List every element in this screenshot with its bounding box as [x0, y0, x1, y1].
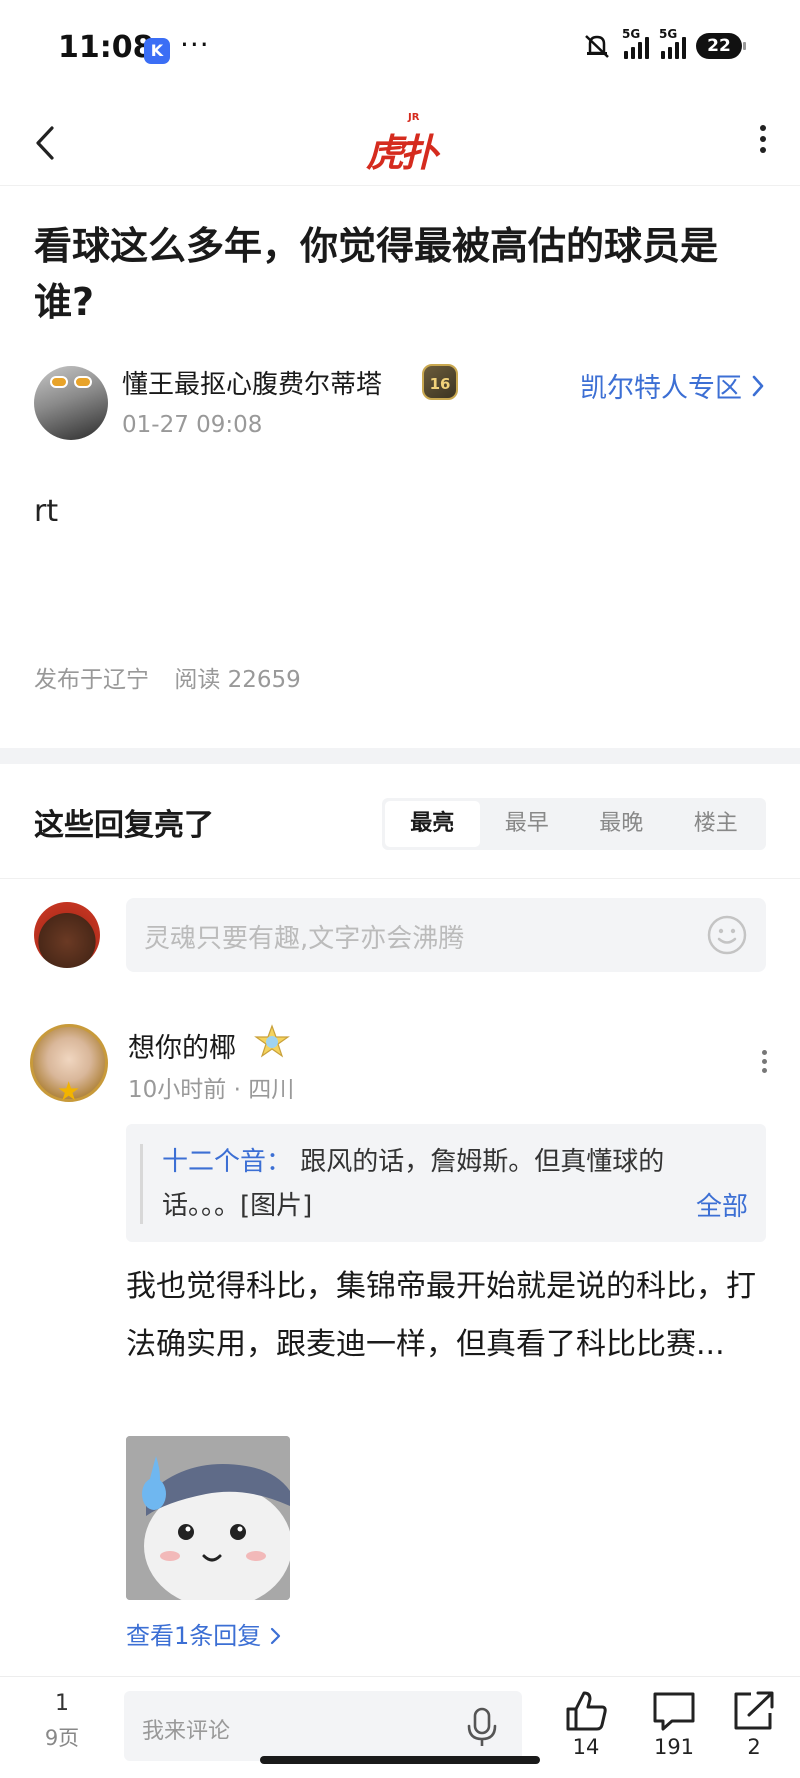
comment-icon — [653, 1692, 695, 1731]
sort-tab-latest[interactable]: 最晚 — [574, 801, 669, 847]
share-button[interactable]: 2 — [724, 1689, 784, 1759]
sort-tabs: 最亮 最早 最晚 楼主 — [382, 798, 766, 850]
share-icon — [734, 1691, 774, 1730]
comment-button[interactable]: 191 — [644, 1689, 704, 1759]
battery-icon: 22 — [696, 33, 746, 59]
sort-tab-earliest[interactable]: 最早 — [480, 801, 575, 847]
reply-user-name[interactable]: 想你的椰 — [128, 1026, 236, 1065]
bottom-comment-placeholder: 我来评论 — [142, 1719, 231, 1744]
post-reads: 阅读 22659 — [174, 667, 301, 693]
mute-icon — [585, 35, 609, 58]
author-level-badge: 16 — [422, 364, 458, 400]
view-replies-label: 查看1条回复 — [126, 1622, 262, 1650]
app-logo: 虎扑 JR — [366, 112, 438, 175]
my-avatar — [34, 902, 100, 968]
app-header: 虎扑 JR — [0, 100, 800, 186]
like-button[interactable]: 14 — [556, 1689, 616, 1759]
page-total: 9页 — [44, 1726, 80, 1750]
back-button[interactable] — [26, 118, 66, 168]
reply-text: 我也觉得科比，集锦帝最开始就是说的科比，打法确实用，跟麦迪一样，但真看了科比比赛… — [126, 1269, 756, 1362]
chevron-right-icon — [270, 1627, 281, 1645]
zone-link[interactable]: 凯尔特人专区 — [580, 366, 766, 405]
replies-section-title: 这些回复亮了 — [34, 808, 214, 843]
author-name[interactable]: 懂王最抠心腹费尔蒂塔 — [122, 364, 382, 401]
more-menu-button[interactable] — [748, 120, 778, 166]
bottom-comment-input[interactable]: 我来评论 — [124, 1691, 522, 1761]
zone-link-label: 凯尔特人专区 — [580, 373, 742, 404]
post-body: rt — [34, 494, 59, 529]
status-icons: 5G 5G 22 — [582, 27, 746, 59]
post-location: 发布于辽宁 — [34, 667, 149, 693]
quote-user[interactable]: 十二个音： — [162, 1147, 292, 1177]
view-replies-link[interactable]: 查看1条回复 — [126, 1616, 283, 1651]
comment-placeholder: 灵魂只要有趣,文字亦会沸腾 — [144, 924, 465, 954]
signal-icon-2: 5G — [659, 27, 686, 59]
reply-time-location: 10小时前 · 四川 — [128, 1077, 295, 1103]
author-avatar[interactable] — [34, 366, 108, 440]
status-time: 11:08 — [58, 30, 154, 65]
post-time: 01-27 09:08 — [122, 412, 263, 438]
share-count: 2 — [747, 1735, 761, 1759]
app-notification-icon: K — [144, 38, 170, 64]
status-bar: 11:08 K ··· 5G 5G 22 — [0, 0, 800, 100]
avatar-decoration — [50, 376, 68, 388]
quoted-reply[interactable]: 十二个音： 跟风的话，詹姆斯。但真懂球的话。。。[图片] 全部 — [126, 1124, 766, 1242]
sort-tab-op[interactable]: 楼主 — [669, 801, 764, 847]
quote-text-block: 十二个音： 跟风的话，詹姆斯。但真懂球的话。。。[图片] — [162, 1140, 742, 1228]
reply-more-button[interactable] — [754, 1046, 774, 1082]
more-vertical-icon — [748, 125, 778, 153]
post-meta: 发布于辽宁 阅读 22659 — [34, 660, 319, 694]
like-icon — [566, 1691, 607, 1731]
section-divider — [0, 748, 800, 764]
network-type-2: 5G — [659, 27, 678, 41]
page-current: 1 — [55, 1691, 69, 1716]
like-count: 14 — [572, 1735, 600, 1759]
home-indicator[interactable] — [260, 1756, 540, 1764]
chevron-right-icon — [752, 375, 764, 396]
mic-icon[interactable] — [462, 1705, 502, 1749]
post-title: 看球这么多年，你觉得最被高估的球员是谁? — [34, 224, 719, 324]
reply-avatar[interactable]: ★ — [30, 1024, 108, 1107]
quote-expand-link[interactable]: 全部 — [696, 1186, 748, 1223]
avatar-decoration — [74, 376, 92, 388]
page-indicator[interactable]: 1 9页 — [36, 1691, 88, 1752]
badge-icon — [254, 1024, 290, 1058]
emoji-icon[interactable] — [706, 914, 748, 956]
status-more-indicator: ··· — [180, 28, 210, 61]
back-icon — [36, 126, 54, 160]
comment-count: 191 — [653, 1735, 695, 1759]
comment-input[interactable]: 灵魂只要有趣,文字亦会沸腾 — [126, 898, 766, 972]
star-icon: ★ — [57, 1077, 81, 1107]
logo-text: 虎扑 — [366, 131, 438, 175]
divider — [0, 878, 800, 879]
logo-sup: JR — [408, 112, 420, 123]
signal-icon-1: 5G — [622, 27, 649, 59]
sort-tab-brightest[interactable]: 最亮 — [385, 801, 480, 847]
cartoon-image — [126, 1436, 290, 1600]
quote-bar — [140, 1144, 143, 1224]
reply-image[interactable] — [126, 1436, 290, 1600]
more-vertical-icon — [754, 1050, 774, 1073]
network-type-1: 5G — [622, 27, 641, 41]
